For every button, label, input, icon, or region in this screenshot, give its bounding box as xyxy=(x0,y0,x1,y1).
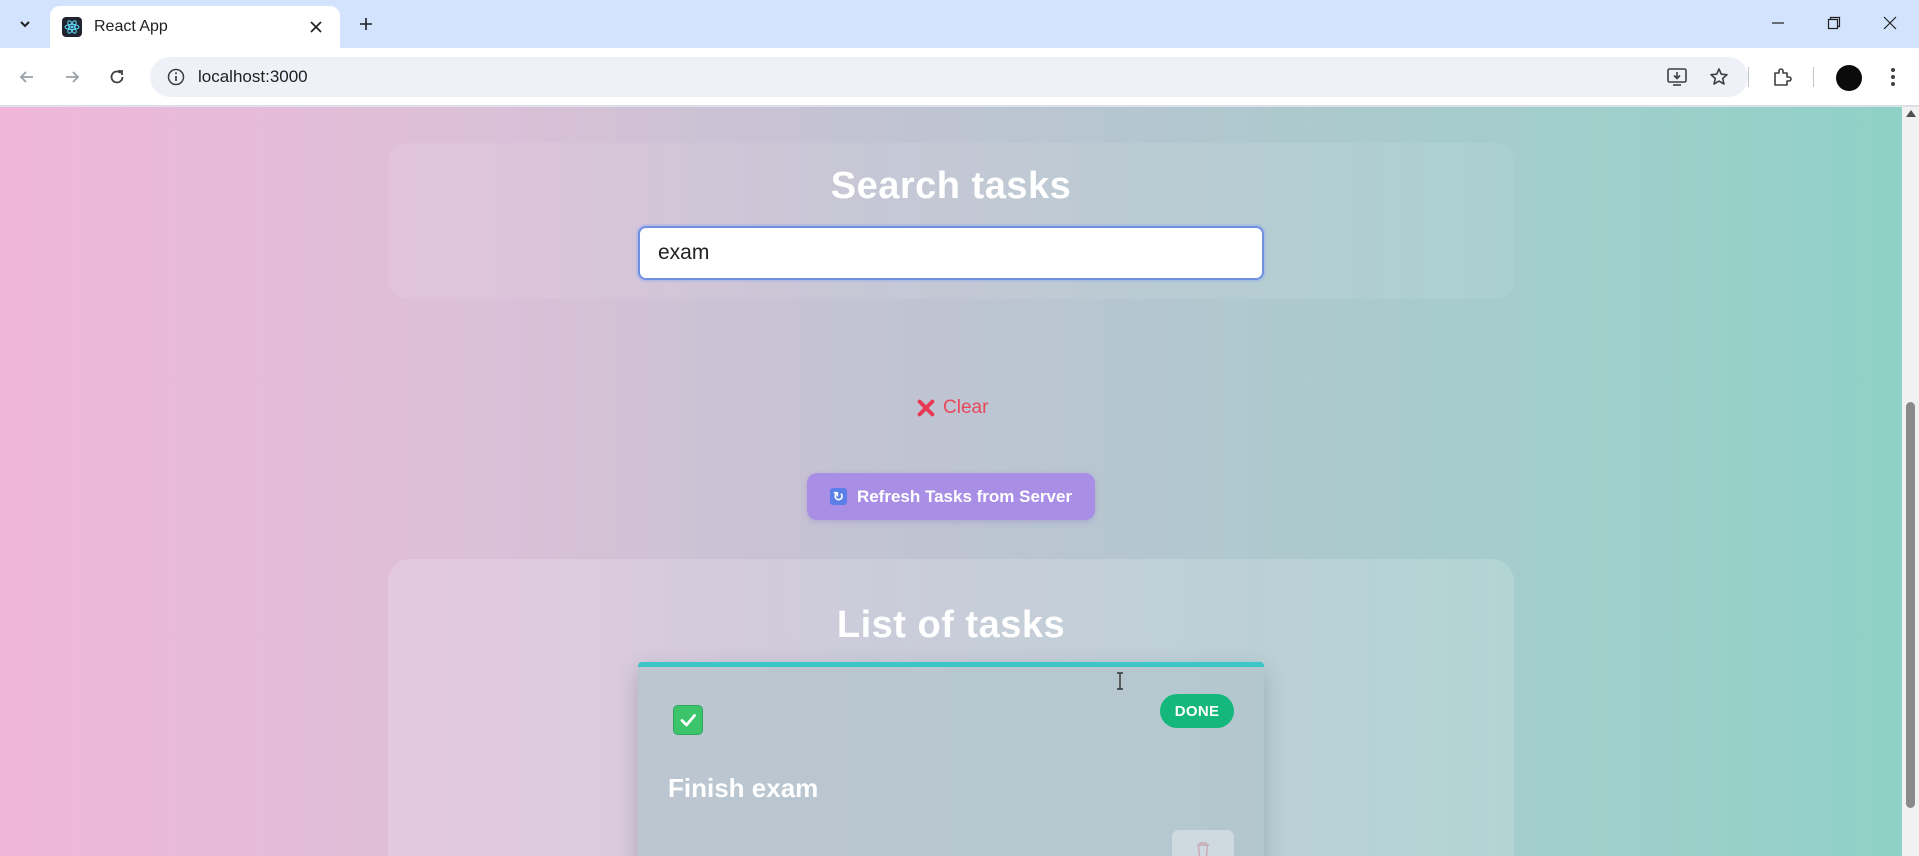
close-tab-icon[interactable] xyxy=(304,15,328,39)
new-tab-button[interactable] xyxy=(352,10,380,38)
text-cursor-icon xyxy=(1117,672,1123,690)
plus-icon xyxy=(360,18,372,30)
bookmark-star-icon[interactable] xyxy=(1705,63,1733,91)
clear-button[interactable]: Clear xyxy=(917,391,988,425)
url-text: localhost:3000 xyxy=(198,67,308,86)
arrow-left-icon xyxy=(19,71,33,83)
reload-button[interactable] xyxy=(101,61,133,93)
react-logo-icon xyxy=(62,17,82,37)
refresh-icon: ↻ xyxy=(829,488,847,505)
tab-title: React App xyxy=(94,18,168,35)
address-bar[interactable]: localhost:3000 xyxy=(150,57,1748,97)
scrollbar-thumb[interactable] xyxy=(1906,402,1915,808)
page-viewport: Search tasks Clear ↻ Refresh Tasks from … xyxy=(0,107,1902,856)
close-window-button[interactable] xyxy=(1862,6,1918,40)
scroll-up-arrow-icon[interactable] xyxy=(1906,110,1916,117)
search-input[interactable] xyxy=(638,226,1264,280)
restore-button[interactable] xyxy=(1806,6,1862,40)
task-title: Finish exam xyxy=(668,773,819,803)
toolbar-divider xyxy=(1813,67,1814,87)
site-info-icon[interactable] xyxy=(164,65,188,89)
refresh-label: Refresh Tasks from Server xyxy=(856,486,1073,506)
chevron-down-icon xyxy=(20,21,30,28)
arrow-right-icon xyxy=(66,71,80,83)
install-app-icon[interactable] xyxy=(1663,63,1691,91)
forward-button[interactable] xyxy=(56,61,88,93)
refresh-tasks-button[interactable]: ↻ Refresh Tasks from Server xyxy=(807,473,1095,520)
task-complete-checkbox[interactable] xyxy=(673,705,703,735)
close-icon xyxy=(1883,16,1897,30)
delete-task-button[interactable] xyxy=(1172,830,1234,856)
search-title: Search tasks xyxy=(830,165,1072,207)
extensions-icon[interactable] xyxy=(1768,63,1796,91)
task-card: DONE Finish exam xyxy=(638,662,1264,856)
status-badge: DONE xyxy=(1160,694,1234,728)
reload-icon xyxy=(110,70,124,84)
back-button[interactable] xyxy=(11,61,43,93)
clear-label: Clear xyxy=(943,397,989,418)
more-menu-icon[interactable] xyxy=(1879,63,1907,91)
browser-tab[interactable]: React App xyxy=(50,6,340,48)
restore-icon xyxy=(1827,16,1841,30)
vertical-scrollbar[interactable] xyxy=(1902,107,1919,856)
profile-avatar[interactable] xyxy=(1836,65,1862,91)
toolbar-divider xyxy=(1748,67,1749,87)
cross-mark-icon xyxy=(917,399,935,417)
browser-tab-bar: React App xyxy=(0,0,1919,48)
list-title: List of tasks xyxy=(836,604,1066,646)
minimize-button[interactable] xyxy=(1750,6,1806,40)
check-icon xyxy=(680,714,696,727)
tab-search-button[interactable] xyxy=(10,10,40,38)
trash-icon xyxy=(1197,842,1209,856)
browser-toolbar: localhost:3000 xyxy=(0,48,1919,106)
minimize-icon xyxy=(1772,22,1784,24)
